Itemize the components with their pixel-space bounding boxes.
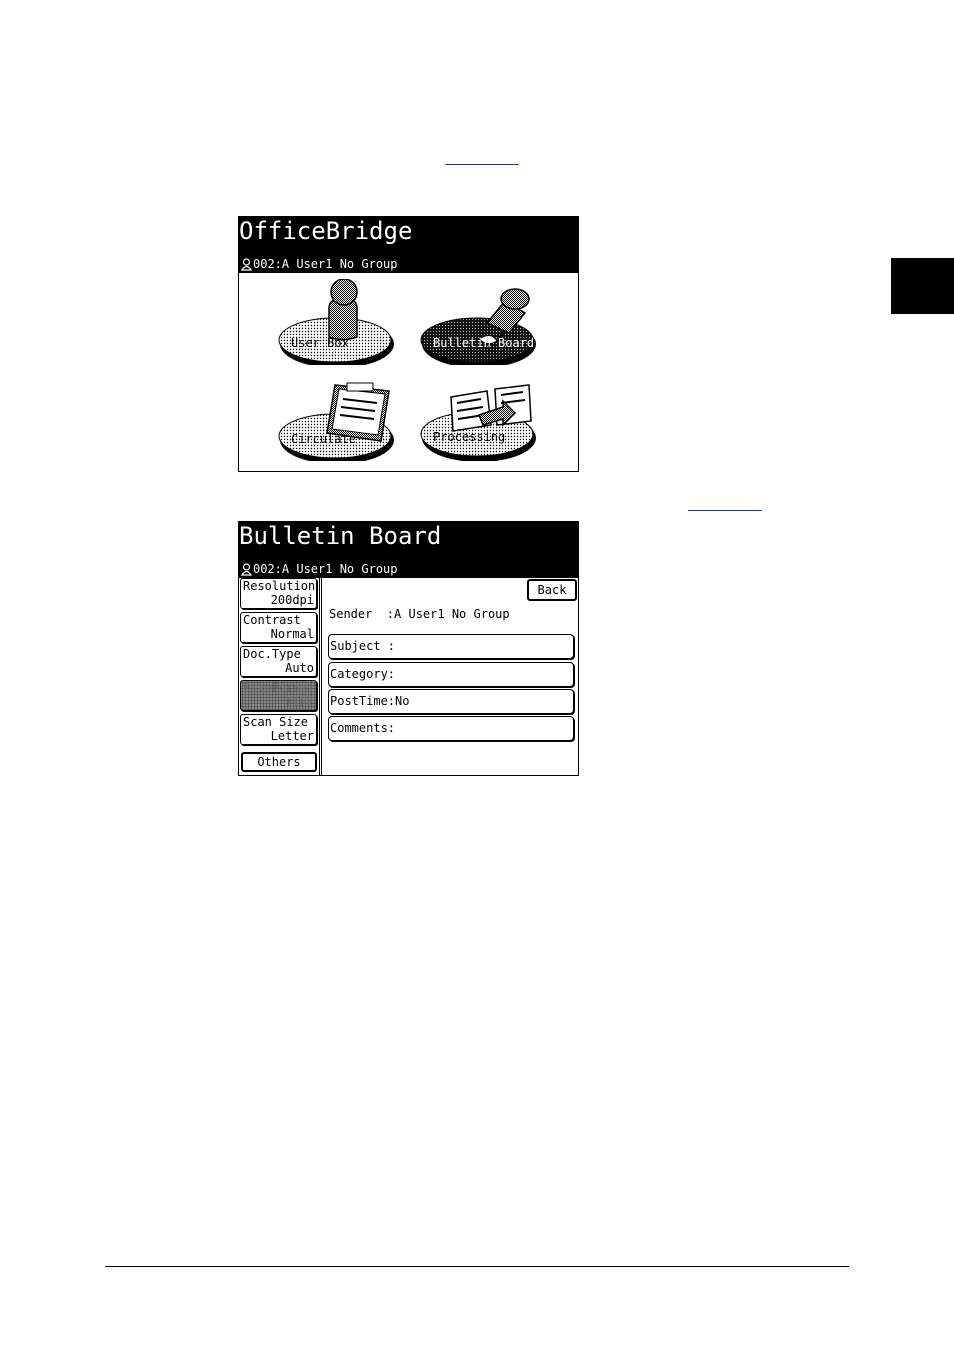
circulate-document-icon [278, 382, 394, 461]
user-name: 002:A User1 No Group [253, 562, 398, 576]
screen-title: Bulletin Board [239, 522, 442, 550]
user-line: 002:A User1 No Group [241, 257, 398, 271]
contrast-label: Contrast [243, 613, 301, 627]
menu-bulletin-board-button[interactable]: Bulletin Board [417, 279, 557, 365]
user-icon [241, 562, 252, 576]
contrast-value: Normal [270, 627, 314, 641]
screen-header: OfficeBridge 002:A User1 No Group [239, 217, 578, 273]
hyperlink-underline[interactable] [445, 164, 519, 165]
file-format-label: FileFormat [243, 681, 316, 695]
processing-documents-icon [420, 384, 536, 461]
menu-user-box-label: User Box [291, 336, 349, 350]
menu-bulletin-board-label: Bulletin Board [433, 336, 535, 350]
scan-size-button[interactable]: Scan Size Letter [240, 714, 317, 745]
user-line: 002:A User1 No Group [241, 562, 398, 576]
scan-size-label: Scan Size [243, 715, 309, 729]
bulletin-board-screen: Bulletin Board 002:A User1 No Group Reso… [238, 521, 579, 776]
screen-header: Bulletin Board 002:A User1 No Group [239, 522, 578, 578]
doc-type-button[interactable]: Doc.Type Auto [240, 646, 317, 677]
posttime-field[interactable]: PostTime:No [328, 689, 574, 714]
menu-circulate-button[interactable]: Circulate [277, 375, 417, 461]
contrast-button[interactable]: Contrast Normal [240, 612, 317, 643]
file-format-value: TIFF [285, 695, 314, 709]
doc-type-value: Auto [285, 661, 314, 675]
scan-settings-column: Resolution 200dpi Contrast Normal Doc.Ty… [239, 578, 322, 775]
user-box-icon [278, 279, 394, 365]
footer-rule [105, 1266, 849, 1267]
menu-circulate-label: Circulate [291, 432, 357, 446]
sender-text: Sender :A User1 No Group [329, 607, 510, 621]
file-format-button: FileFormat TIFF [240, 680, 317, 711]
user-icon [241, 257, 252, 271]
others-button[interactable]: Others [241, 752, 317, 772]
back-button[interactable]: Back [527, 579, 577, 601]
category-field[interactable]: Category: [328, 662, 574, 687]
menu-user-box-button[interactable]: User Box [277, 279, 417, 365]
resolution-label: Resolution [243, 579, 316, 593]
chapter-tab [891, 258, 954, 314]
resolution-value: 200dpi [270, 593, 314, 607]
scan-size-value: Letter [270, 729, 314, 743]
resolution-button[interactable]: Resolution 200dpi [240, 578, 317, 609]
hyperlink-underline[interactable] [688, 510, 762, 511]
doc-type-label: Doc.Type [243, 647, 301, 661]
comments-field[interactable]: Comments: [328, 716, 574, 741]
menu-processing-label: Processing [433, 430, 506, 444]
screen-title: OfficeBridge [239, 217, 413, 245]
menu-processing-button[interactable]: Processing [417, 375, 557, 461]
pushpin-icon [420, 288, 536, 365]
subject-field[interactable]: Subject : [328, 634, 574, 659]
user-name: 002:A User1 No Group [253, 257, 398, 271]
officebridge-screen: OfficeBridge 002:A User1 No Group User B… [238, 216, 579, 472]
